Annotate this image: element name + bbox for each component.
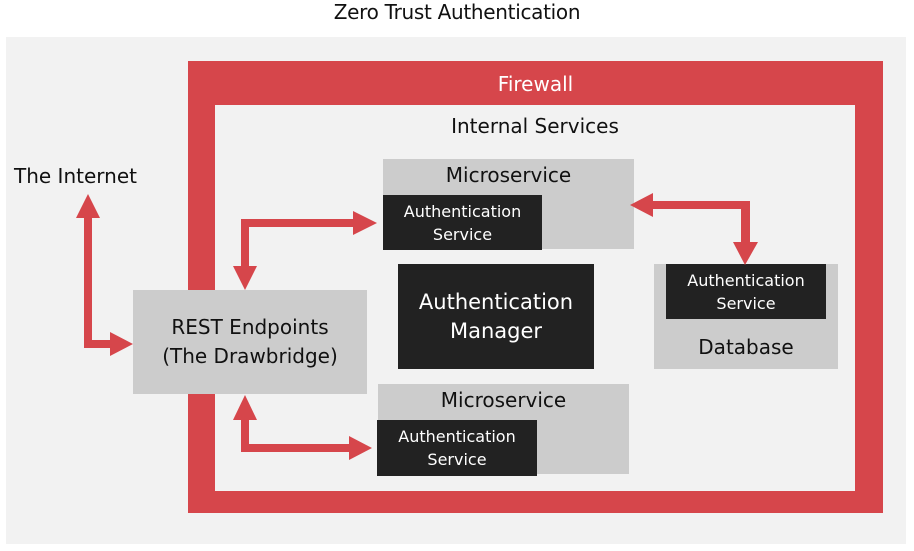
arrow-rest-microservice-top [233,211,377,290]
connection-arrows [76,193,758,460]
arrowhead-right-icon [110,332,133,356]
arrow-microservice-database [630,193,758,265]
arrowhead-down-icon [733,242,758,265]
arrow-rest-microservice-bottom [233,395,372,460]
arrowhead-left-icon [630,193,653,217]
arrowhead-right-icon [349,436,372,460]
arrowhead-up-icon [76,194,100,218]
arrow-internet-rest [76,194,133,356]
arrowhead-down-icon [233,266,257,290]
arrowhead-up-icon [233,395,257,420]
arrowhead-right-icon [353,211,377,235]
